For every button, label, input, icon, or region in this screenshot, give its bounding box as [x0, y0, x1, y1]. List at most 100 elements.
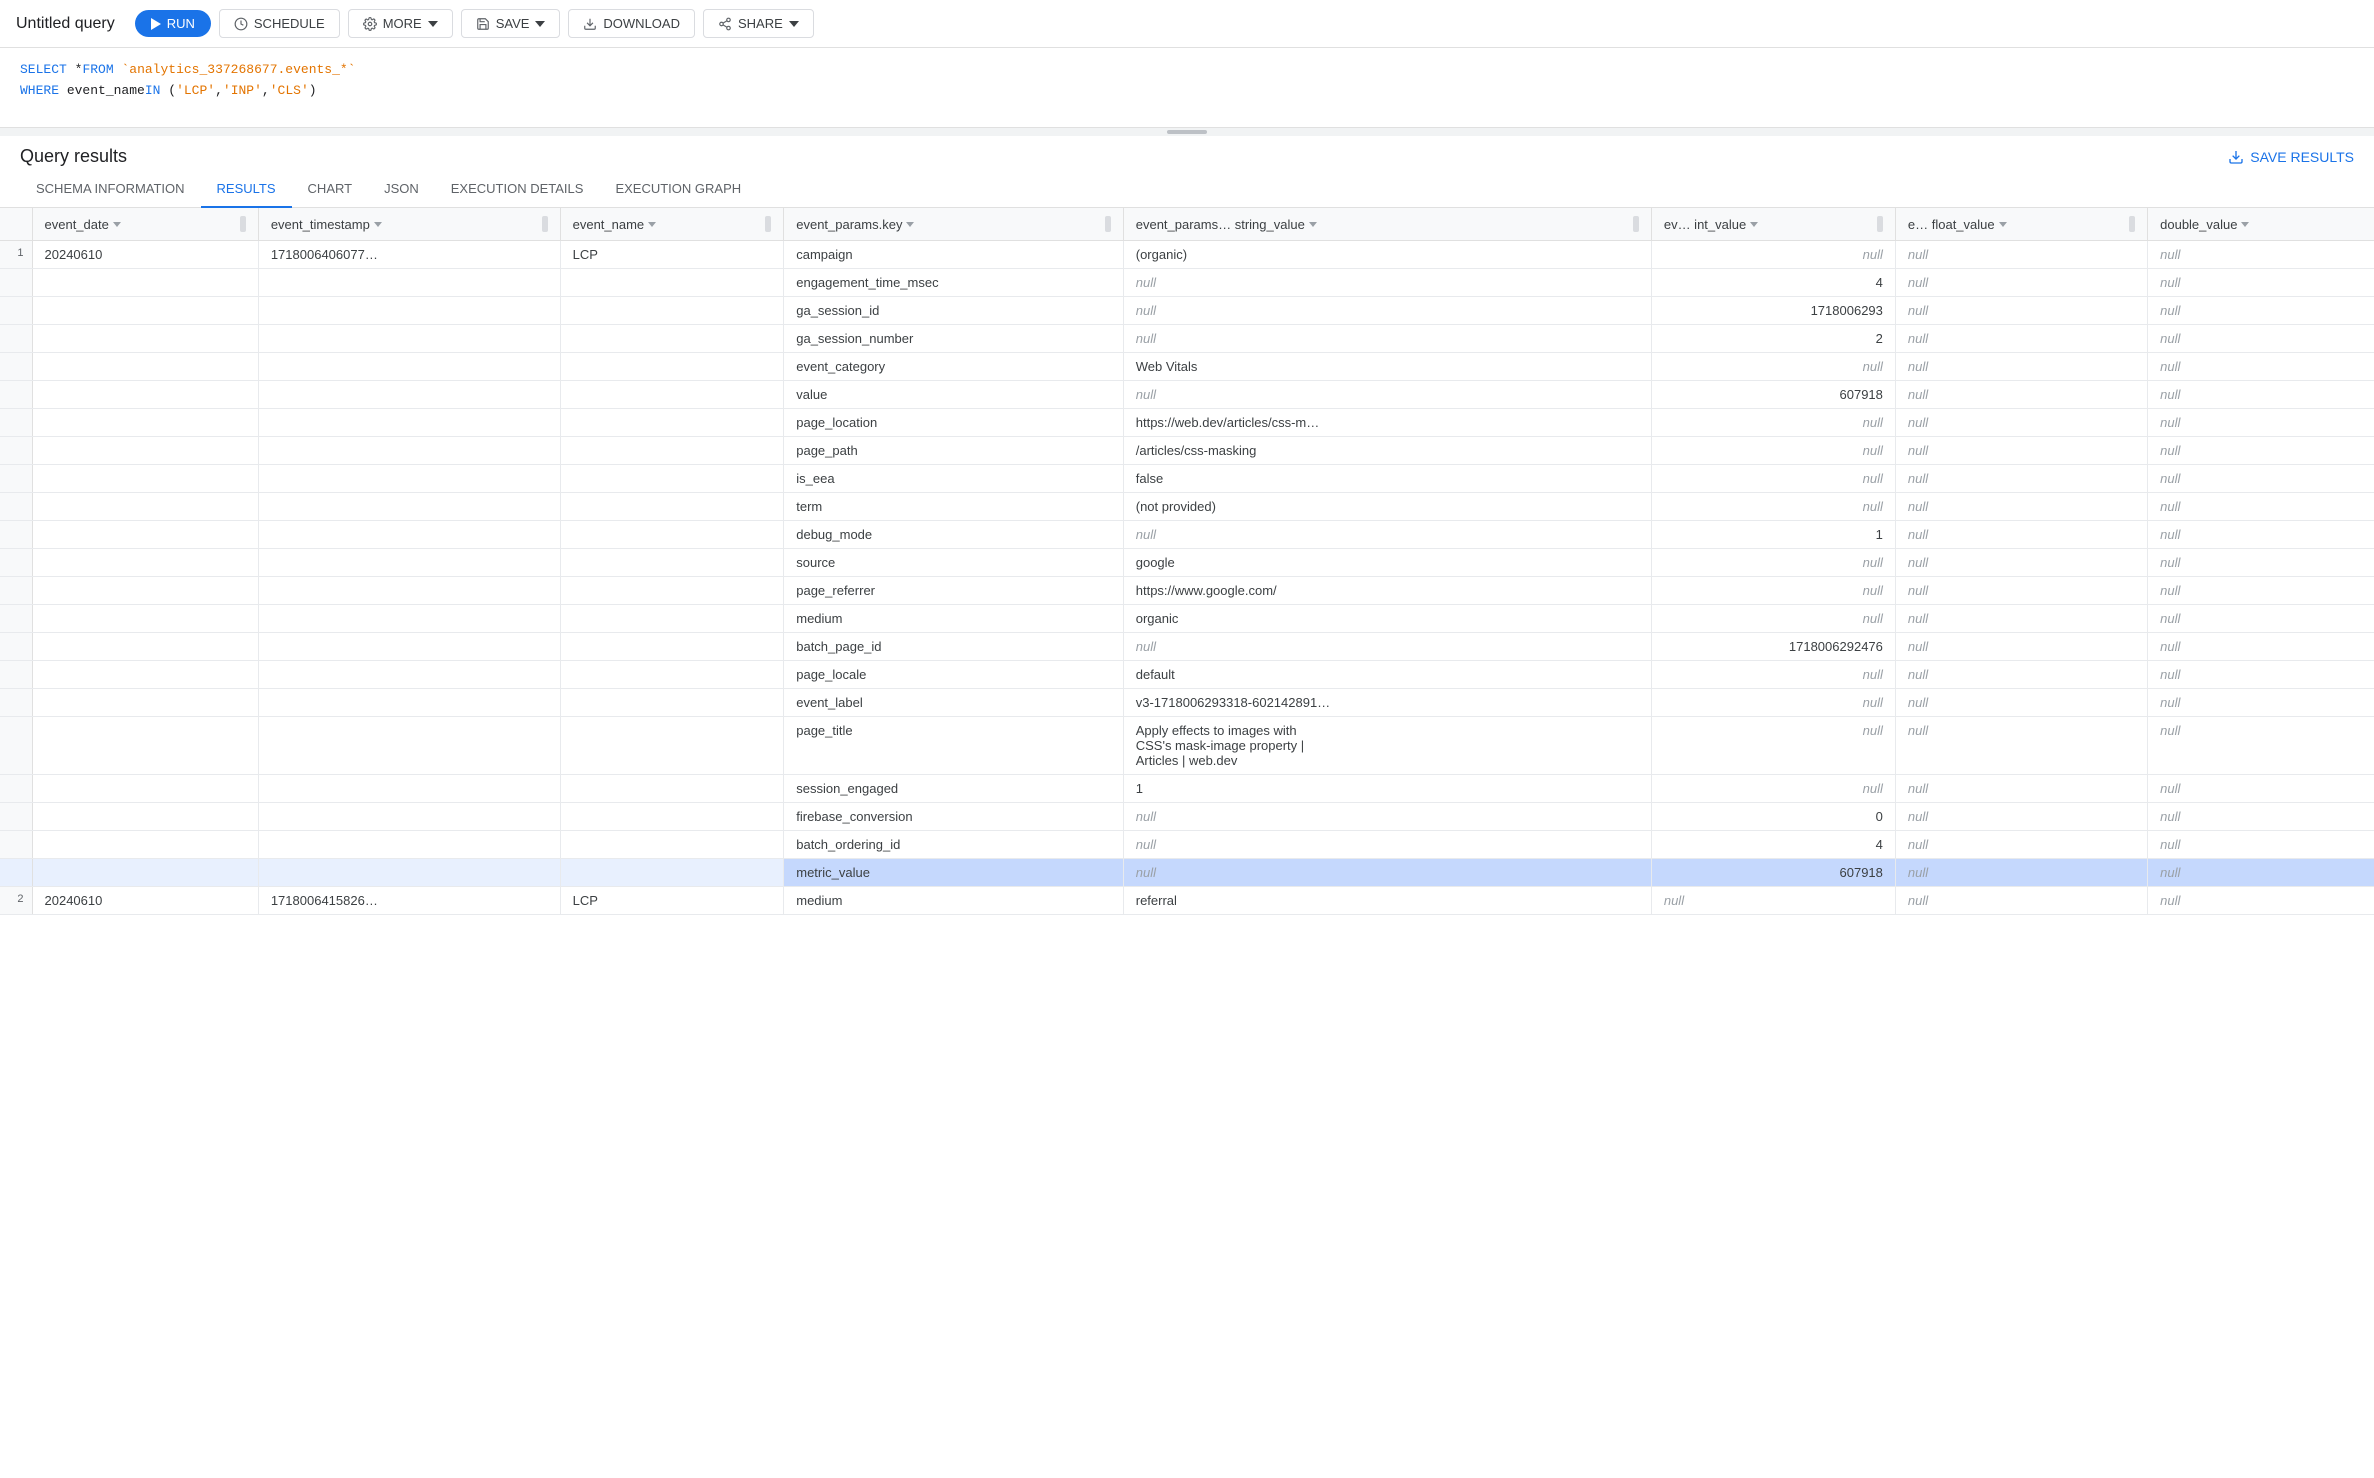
- top-bar: Untitled query RUN SCHEDULE MORE SAVE DO…: [0, 0, 2374, 48]
- cell-string-value: default: [1123, 661, 1651, 689]
- row-num: [0, 577, 32, 605]
- cell-double-value: null: [2148, 437, 2374, 465]
- cell-int-value: 1718006292476: [1651, 633, 1895, 661]
- col-header-event-timestamp[interactable]: event_timestamp: [258, 208, 560, 241]
- col-header-string-value[interactable]: event_params… string_value: [1123, 208, 1651, 241]
- run-button[interactable]: RUN: [135, 10, 211, 37]
- tab-schema-info[interactable]: SCHEMA INFORMATION: [20, 171, 201, 208]
- cell-event-name: [560, 689, 784, 717]
- cell-string-value: null: [1123, 297, 1651, 325]
- cell-int-value: null: [1651, 689, 1895, 717]
- more-button[interactable]: MORE: [348, 9, 453, 38]
- sql-editor[interactable]: SELECT * FROM `analytics_337268677.event…: [0, 48, 2374, 128]
- cell-params-key: event_category: [784, 353, 1124, 381]
- col-resize-handle[interactable]: [1105, 216, 1111, 232]
- cell-float-value: null: [1895, 633, 2147, 661]
- row-num: [0, 381, 32, 409]
- cell-event-timestamp: 1718006406077…: [258, 241, 560, 269]
- cell-event-date: [32, 381, 258, 409]
- cell-string-value: 1: [1123, 775, 1651, 803]
- row-num: [0, 859, 32, 887]
- title-area: Untitled query: [16, 15, 115, 33]
- cell-event-timestamp: [258, 549, 560, 577]
- cell-event-date: [32, 465, 258, 493]
- toolbar-buttons: RUN SCHEDULE MORE SAVE DOWNLOAD SHARE: [135, 9, 814, 38]
- col-resize-handle[interactable]: [2129, 216, 2135, 232]
- cell-int-value: null: [1651, 887, 1895, 915]
- cell-event-name: [560, 859, 784, 887]
- results-table-container[interactable]: event_date event_timestamp: [0, 208, 2374, 1478]
- col-header-event-name[interactable]: event_name: [560, 208, 784, 241]
- tab-execution-graph[interactable]: EXECUTION GRAPH: [599, 171, 757, 208]
- cell-event-name: [560, 409, 784, 437]
- cell-double-value: null: [2148, 381, 2374, 409]
- tabs-bar: SCHEMA INFORMATION RESULTS CHART JSON EX…: [0, 171, 2374, 208]
- col-resize-handle[interactable]: [1633, 216, 1639, 232]
- cell-float-value: null: [1895, 409, 2147, 437]
- cell-string-value: (organic): [1123, 241, 1651, 269]
- cell-event-date: 20240610: [32, 887, 258, 915]
- col-header-int-value[interactable]: ev… int_value: [1651, 208, 1895, 241]
- cell-event-name: [560, 465, 784, 493]
- col-resize-handle[interactable]: [765, 216, 771, 232]
- cell-string-value: false: [1123, 465, 1651, 493]
- schedule-button[interactable]: SCHEDULE: [219, 9, 340, 38]
- cell-params-key: page_location: [784, 409, 1124, 437]
- results-table: event_date event_timestamp: [0, 208, 2374, 915]
- col-header-double-value[interactable]: double_value: [2148, 208, 2374, 241]
- cell-event-timestamp: [258, 605, 560, 633]
- cell-double-value: null: [2148, 577, 2374, 605]
- resize-handle[interactable]: [0, 128, 2374, 136]
- cell-float-value: null: [1895, 577, 2147, 605]
- cell-event-name: [560, 325, 784, 353]
- col-header-params-key[interactable]: event_params.key: [784, 208, 1124, 241]
- cell-event-date: [32, 717, 258, 775]
- cell-float-value: null: [1895, 297, 2147, 325]
- save-button[interactable]: SAVE: [461, 9, 561, 38]
- cell-string-value: null: [1123, 325, 1651, 353]
- cell-string-value: null: [1123, 831, 1651, 859]
- cell-event-name: [560, 803, 784, 831]
- cell-params-key: session_engaged: [784, 775, 1124, 803]
- row-num: [0, 717, 32, 775]
- sort-icon: [1309, 222, 1317, 227]
- row-num: [0, 465, 32, 493]
- cell-event-date: [32, 437, 258, 465]
- tab-json[interactable]: JSON: [368, 171, 435, 208]
- sort-icon: [1999, 222, 2007, 227]
- chevron-down-icon: [535, 21, 545, 27]
- col-resize-handle[interactable]: [1877, 216, 1883, 232]
- row-num: [0, 269, 32, 297]
- cell-int-value: null: [1651, 549, 1895, 577]
- cell-float-value: null: [1895, 803, 2147, 831]
- cell-event-timestamp: [258, 633, 560, 661]
- cell-double-value: null: [2148, 353, 2374, 381]
- col-resize-handle[interactable]: [542, 216, 548, 232]
- cell-int-value: null: [1651, 437, 1895, 465]
- cell-event-date: 20240610: [32, 241, 258, 269]
- cell-string-value: v3-1718006293318-602142891…: [1123, 689, 1651, 717]
- tab-execution-details[interactable]: EXECUTION DETAILS: [435, 171, 600, 208]
- row-num: [0, 661, 32, 689]
- sort-icon: [374, 222, 382, 227]
- share-button[interactable]: SHARE: [703, 9, 814, 38]
- cell-params-key: medium: [784, 605, 1124, 633]
- cell-event-name: [560, 577, 784, 605]
- col-header-event-date[interactable]: event_date: [32, 208, 258, 241]
- col-resize-handle[interactable]: [240, 216, 246, 232]
- cell-float-value: null: [1895, 437, 2147, 465]
- tab-results[interactable]: RESULTS: [201, 171, 292, 208]
- download-button[interactable]: DOWNLOAD: [568, 9, 695, 38]
- cell-params-key: medium: [784, 887, 1124, 915]
- cell-event-timestamp: [258, 465, 560, 493]
- cell-params-key: ga_session_id: [784, 297, 1124, 325]
- col-header-float-value[interactable]: e… float_value: [1895, 208, 2147, 241]
- cell-int-value: 607918: [1651, 859, 1895, 887]
- cell-float-value: null: [1895, 381, 2147, 409]
- cell-params-key: debug_mode: [784, 521, 1124, 549]
- cell-event-name: [560, 493, 784, 521]
- cell-float-value: null: [1895, 269, 2147, 297]
- tab-chart[interactable]: CHART: [292, 171, 369, 208]
- save-results-button[interactable]: SAVE RESULTS: [2228, 149, 2354, 165]
- cell-string-value: null: [1123, 859, 1651, 887]
